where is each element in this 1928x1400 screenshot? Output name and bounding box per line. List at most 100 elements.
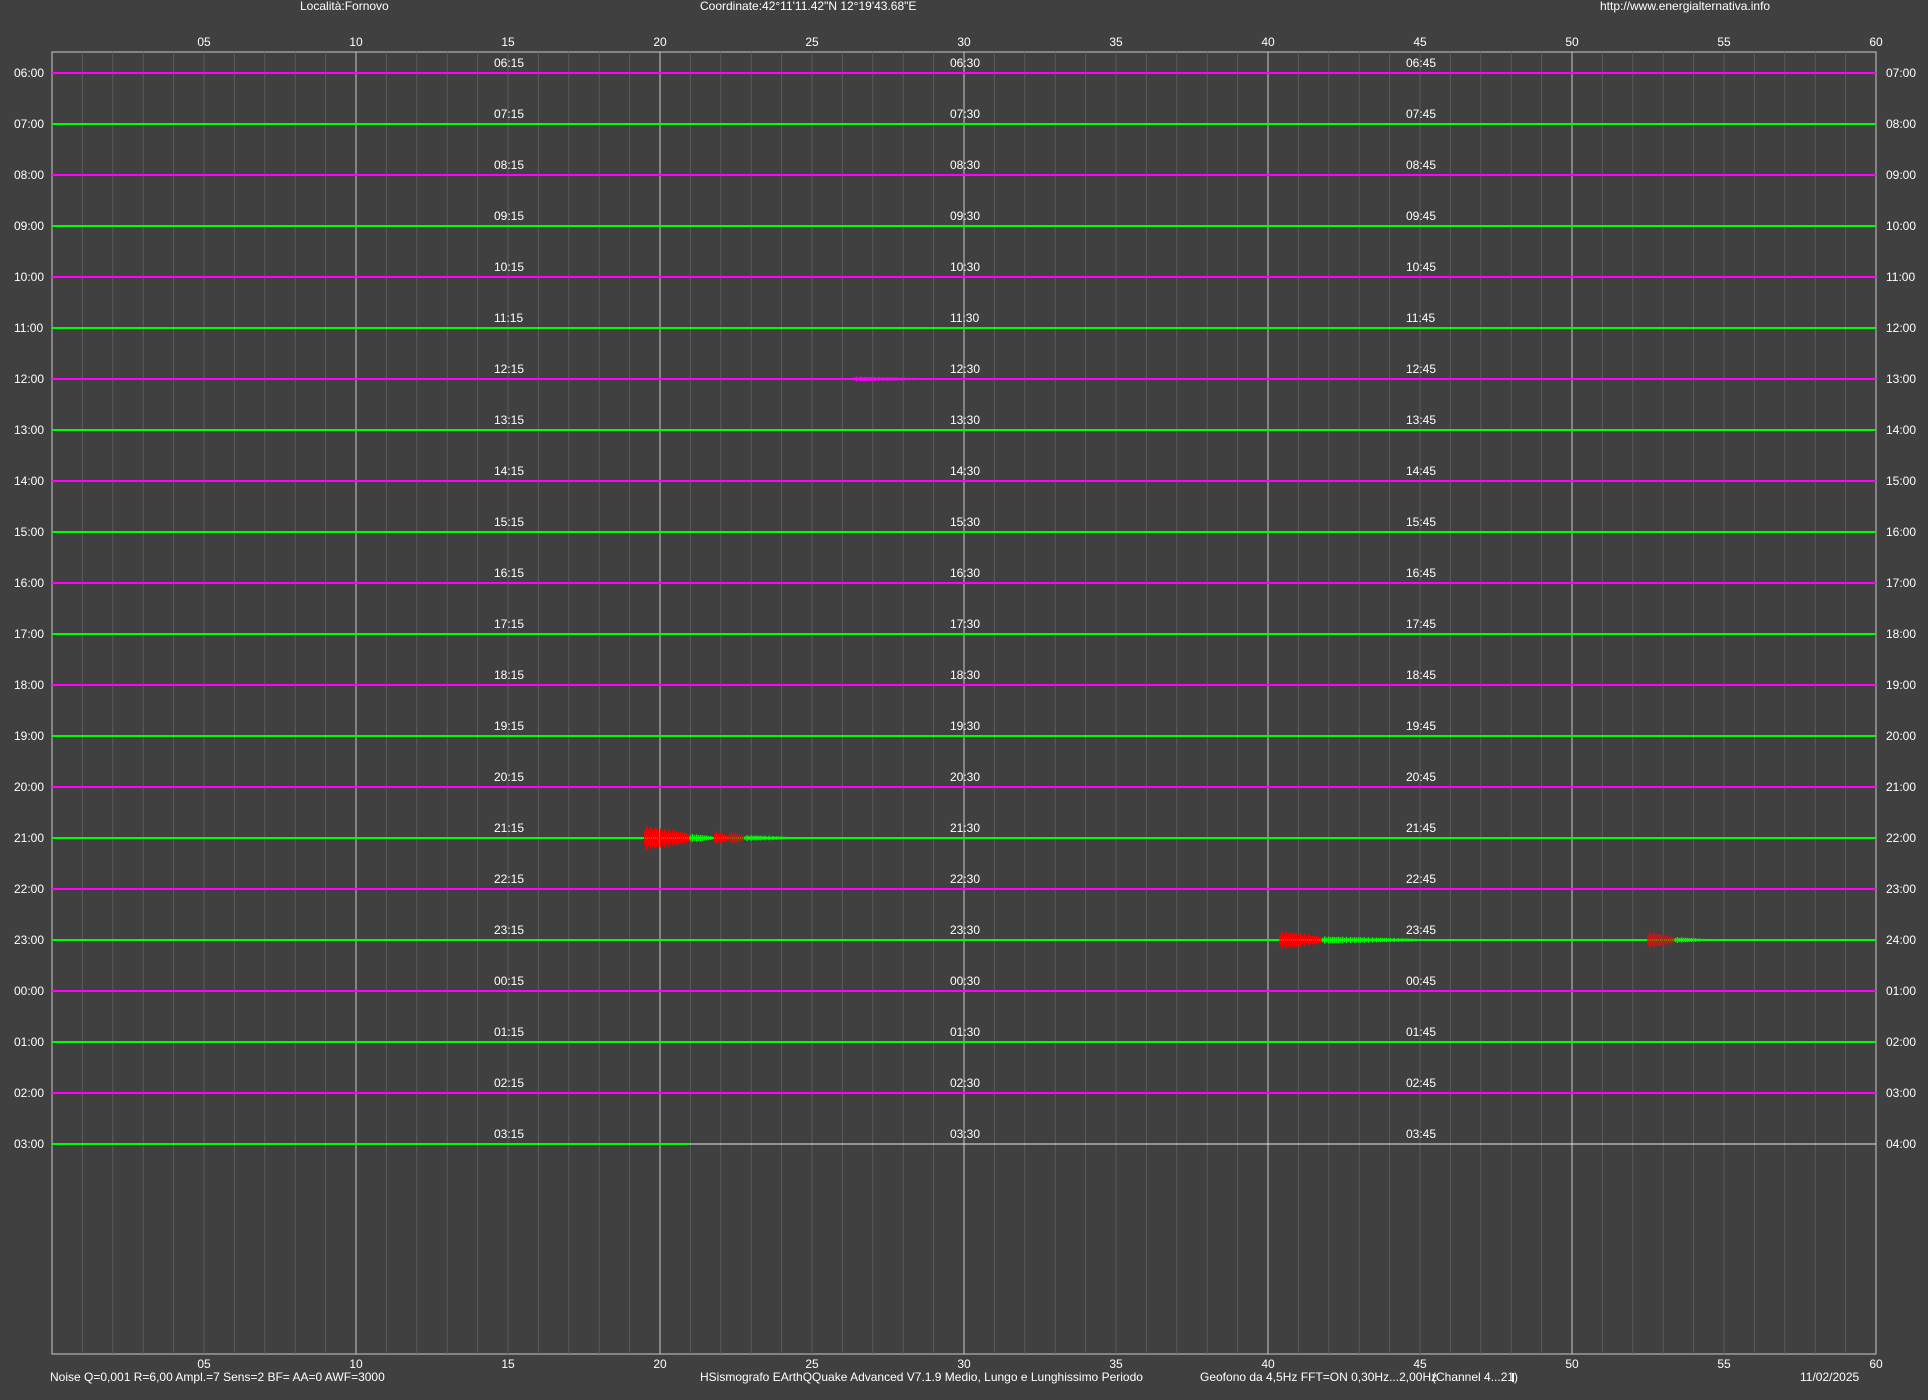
quarter-hour-label: 08:45 bbox=[1406, 158, 1436, 172]
quarter-hour-label: 11:45 bbox=[1406, 311, 1435, 325]
x-tick-label-top: 50 bbox=[1565, 35, 1579, 49]
quarter-hour-label: 01:15 bbox=[494, 1025, 524, 1039]
quarter-hour-label: 20:45 bbox=[1406, 770, 1436, 784]
quarter-hour-label: 11:30 bbox=[950, 311, 979, 325]
x-tick-label-bottom: 10 bbox=[349, 1357, 363, 1371]
row-time-right: 23:00 bbox=[1886, 882, 1916, 896]
x-tick-label-bottom: 35 bbox=[1109, 1357, 1123, 1371]
quarter-hour-label: 18:15 bbox=[494, 668, 524, 682]
x-tick-label-bottom: 60 bbox=[1869, 1357, 1883, 1371]
x-tick-label-top: 40 bbox=[1261, 35, 1275, 49]
row-time-right: 10:00 bbox=[1886, 219, 1916, 233]
quarter-hour-label: 21:15 bbox=[494, 821, 524, 835]
row-time-right: 11:00 bbox=[1886, 270, 1915, 284]
row-time-left: 00:00 bbox=[14, 984, 44, 998]
quarter-hour-label: 09:15 bbox=[494, 209, 524, 223]
quarter-hour-label: 12:15 bbox=[494, 362, 524, 376]
x-tick-label-top: 15 bbox=[501, 35, 515, 49]
quarter-hour-label: 22:15 bbox=[494, 872, 524, 886]
seismograph-chart: Località:Fornovo Coordinate:42°11'11.42"… bbox=[0, 0, 1928, 1400]
quarter-hour-label: 13:15 bbox=[494, 413, 524, 427]
quarter-hour-label: 00:15 bbox=[494, 974, 524, 988]
quarter-hour-label: 13:30 bbox=[950, 413, 980, 427]
quarter-hour-label: 19:45 bbox=[1406, 719, 1436, 733]
row-time-right: 01:00 bbox=[1886, 984, 1916, 998]
quarter-hour-label: 10:30 bbox=[950, 260, 980, 274]
quarter-hour-label: 07:45 bbox=[1406, 107, 1436, 121]
quarter-hour-label: 15:30 bbox=[950, 515, 980, 529]
quarter-hour-label: 01:30 bbox=[950, 1025, 980, 1039]
website-url[interactable]: http://www.energialternativa.info bbox=[1600, 0, 1770, 13]
row-time-right: 03:00 bbox=[1886, 1086, 1916, 1100]
row-time-right: 07:00 bbox=[1886, 66, 1916, 80]
quarter-hour-label: 22:30 bbox=[950, 872, 980, 886]
quarter-hour-label: 06:45 bbox=[1406, 56, 1436, 70]
footer-indicator-bar bbox=[1512, 1373, 1514, 1382]
quarter-hour-label: 14:45 bbox=[1406, 464, 1436, 478]
row-time-left: 10:00 bbox=[14, 270, 44, 284]
x-tick-label-bottom: 50 bbox=[1565, 1357, 1579, 1371]
row-time-right: 16:00 bbox=[1886, 525, 1916, 539]
quarter-hour-label: 14:30 bbox=[950, 464, 980, 478]
quarter-hour-label: 02:15 bbox=[494, 1076, 524, 1090]
quarter-hour-label: 14:15 bbox=[494, 464, 524, 478]
row-time-left: 01:00 bbox=[14, 1035, 44, 1049]
row-time-left: 06:00 bbox=[14, 66, 44, 80]
row-time-right: 22:00 bbox=[1886, 831, 1916, 845]
row-time-right: 20:00 bbox=[1886, 729, 1916, 743]
row-time-left: 16:00 bbox=[14, 576, 44, 590]
quarter-hour-label: 11:15 bbox=[494, 311, 523, 325]
quarter-hour-label: 06:30 bbox=[950, 56, 980, 70]
quarter-hour-label: 12:45 bbox=[1406, 362, 1436, 376]
row-time-right: 21:00 bbox=[1886, 780, 1916, 794]
quarter-hour-label: 19:15 bbox=[494, 719, 524, 733]
quarter-hour-label: 02:30 bbox=[950, 1076, 980, 1090]
row-time-left: 08:00 bbox=[14, 168, 44, 182]
x-tick-label-top: 20 bbox=[653, 35, 667, 49]
x-tick-label-top: 30 bbox=[957, 35, 971, 49]
quarter-hour-label: 12:30 bbox=[950, 362, 980, 376]
quarter-hour-label: 16:45 bbox=[1406, 566, 1436, 580]
footer-date: 11/02/2025 bbox=[1800, 1370, 1859, 1384]
quarter-hour-label: 23:15 bbox=[494, 923, 524, 937]
row-time-right: 12:00 bbox=[1886, 321, 1916, 335]
quarter-hour-label: 07:15 bbox=[494, 107, 524, 121]
row-time-left: 03:00 bbox=[14, 1137, 44, 1151]
row-time-right: 19:00 bbox=[1886, 678, 1916, 692]
row-time-right: 09:00 bbox=[1886, 168, 1916, 182]
footer-sensor: Geofono da 4,5Hz FFT=ON 0,30Hz...2,00Hz bbox=[1200, 1370, 1437, 1384]
quarter-hour-label: 07:30 bbox=[950, 107, 980, 121]
row-time-left: 18:00 bbox=[14, 678, 44, 692]
quarter-hour-label: 17:15 bbox=[494, 617, 524, 631]
quarter-hour-label: 17:45 bbox=[1406, 617, 1436, 631]
row-time-right: 24:00 bbox=[1886, 933, 1916, 947]
row-time-left: 20:00 bbox=[14, 780, 44, 794]
quarter-hour-label: 21:45 bbox=[1406, 821, 1436, 835]
x-tick-label-top: 60 bbox=[1869, 35, 1883, 49]
footer-channel: (Channel 4...21) bbox=[1432, 1370, 1518, 1384]
row-time-left: 23:00 bbox=[14, 933, 44, 947]
x-tick-label-bottom: 20 bbox=[653, 1357, 667, 1371]
row-time-left: 13:00 bbox=[14, 423, 44, 437]
quarter-hour-label: 22:45 bbox=[1406, 872, 1436, 886]
footer-settings: Noise Q=0,001 R=6,00 Ampl.=7 Sens=2 BF= … bbox=[50, 1370, 385, 1384]
row-time-left: 21:00 bbox=[14, 831, 44, 845]
row-time-left: 12:00 bbox=[14, 372, 44, 386]
quarter-hour-label: 15:15 bbox=[494, 515, 524, 529]
x-tick-label-top: 55 bbox=[1717, 35, 1731, 49]
row-time-right: 14:00 bbox=[1886, 423, 1916, 437]
x-tick-label-bottom: 30 bbox=[957, 1357, 971, 1371]
x-tick-label-top: 25 bbox=[805, 35, 819, 49]
quarter-hour-label: 03:30 bbox=[950, 1127, 980, 1141]
quarter-hour-label: 03:15 bbox=[494, 1127, 524, 1141]
location-label: Località:Fornovo bbox=[300, 0, 389, 13]
row-time-left: 09:00 bbox=[14, 219, 44, 233]
quarter-hour-label: 17:30 bbox=[950, 617, 980, 631]
quarter-hour-label: 20:15 bbox=[494, 770, 524, 784]
quarter-hour-label: 16:30 bbox=[950, 566, 980, 580]
row-time-right: 08:00 bbox=[1886, 117, 1916, 131]
quarter-hour-label: 10:15 bbox=[494, 260, 524, 274]
quarter-hour-label: 09:30 bbox=[950, 209, 980, 223]
row-time-left: 22:00 bbox=[14, 882, 44, 896]
quarter-hour-label: 18:45 bbox=[1406, 668, 1436, 682]
